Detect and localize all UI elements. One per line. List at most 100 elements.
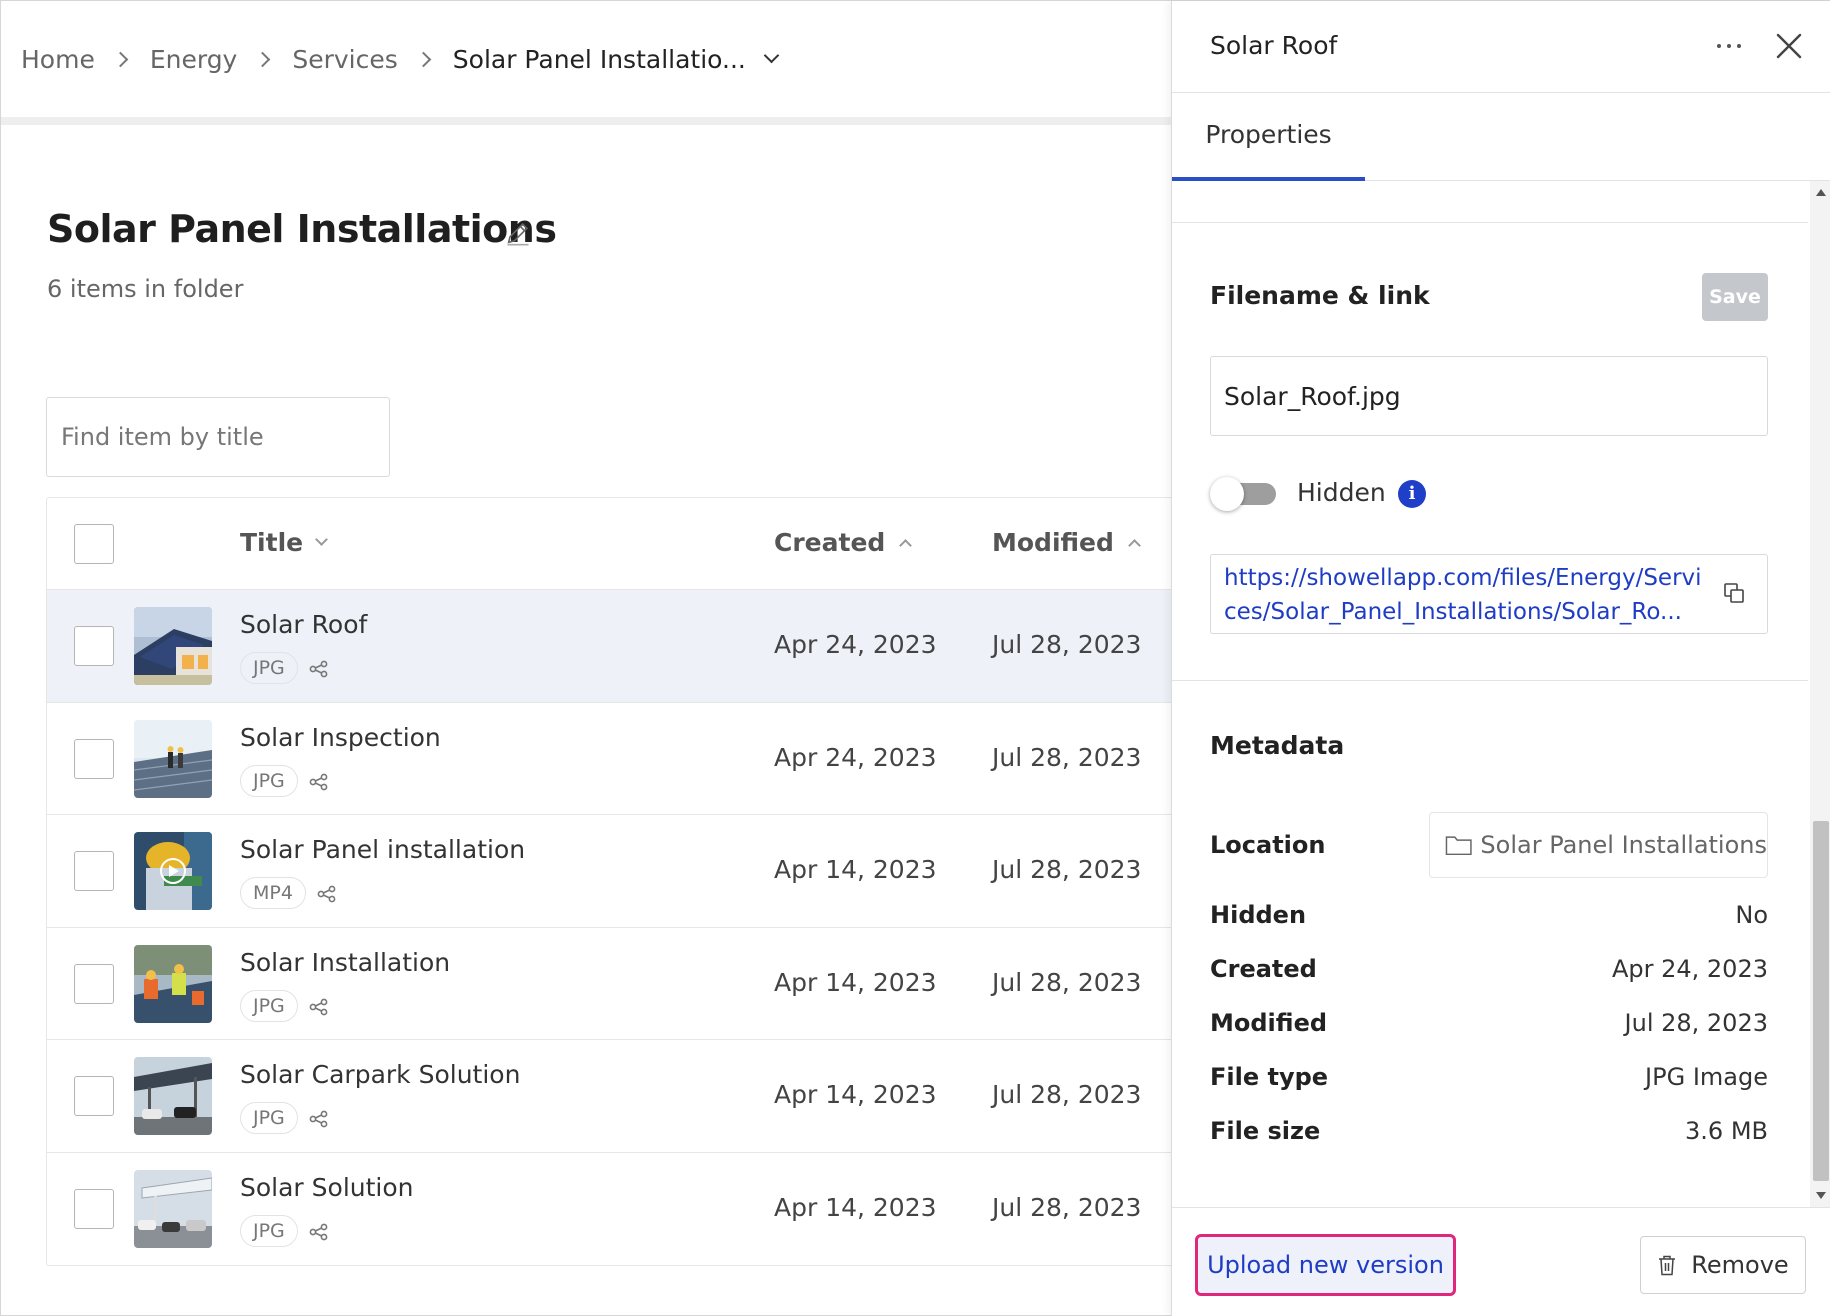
row-checkbox[interactable] [74, 963, 114, 1004]
upload-new-version-button[interactable]: Upload new version [1195, 1234, 1456, 1296]
close-icon[interactable] [1774, 31, 1804, 61]
table-row[interactable]: Solar Installation JPG Apr 14, 2023 Jul … [47, 928, 1171, 1040]
file-type-badge: JPG [240, 1102, 298, 1134]
row-checkbox[interactable] [74, 1076, 114, 1116]
breadcrumb: Home Energy Services Solar Panel Install… [21, 45, 780, 74]
file-type-badge: MP4 [240, 877, 306, 909]
top-bar: Home Energy Services Solar Panel Install… [1, 1, 1171, 125]
item-title[interactable]: Solar Panel installation [240, 835, 525, 864]
more-options-icon[interactable] [1712, 31, 1746, 61]
breadcrumb-home[interactable]: Home [21, 45, 95, 74]
table-row[interactable]: Solar Carpark Solution JPG Apr 14, 2023 … [47, 1040, 1171, 1153]
column-header-created[interactable]: Created [774, 528, 913, 557]
row-checkbox[interactable] [74, 851, 114, 891]
save-button[interactable]: Save [1702, 273, 1768, 321]
item-title[interactable]: Solar Installation [240, 948, 450, 977]
tab-properties[interactable]: Properties [1172, 93, 1365, 181]
meta-label-hidden: Hidden [1210, 901, 1307, 929]
chevron-right-icon [255, 51, 271, 68]
file-type-badge: JPG [240, 652, 298, 684]
scrollbar-thumb[interactable] [1813, 821, 1829, 1181]
column-header-title[interactable]: Title [240, 528, 328, 557]
meta-value-created: Apr 24, 2023 [1611, 955, 1768, 983]
share-icon[interactable] [309, 998, 329, 1016]
item-count: 6 items in folder [47, 275, 244, 303]
share-icon[interactable] [309, 1223, 329, 1241]
share-icon[interactable] [309, 660, 329, 678]
item-title[interactable]: Solar Carpark Solution [240, 1060, 520, 1089]
solar-roof-house-thumbnail [134, 607, 212, 685]
table-row[interactable]: Solar Roof JPG Apr 24, 2023 Jul 28, 2023 [47, 590, 1171, 703]
created-date: Apr 14, 2023 [774, 1080, 937, 1109]
chevron-right-icon [415, 51, 432, 68]
solar-carport-thumbnail [134, 1057, 212, 1135]
modified-date: Jul 28, 2023 [992, 855, 1142, 884]
modified-date: Jul 28, 2023 [992, 742, 1142, 772]
pencil-icon[interactable] [504, 219, 532, 247]
section-divider [1172, 680, 1808, 681]
modified-date: Jul 28, 2023 [992, 1192, 1142, 1222]
breadcrumb-energy[interactable]: Energy [150, 45, 238, 74]
item-title[interactable]: Solar Inspection [240, 723, 441, 752]
search-input[interactable] [46, 397, 390, 477]
remove-button[interactable]: Remove [1640, 1236, 1806, 1294]
table-header: Title Created Modified [47, 498, 1171, 590]
meta-label-file-type: File type [1210, 1063, 1329, 1091]
table-row[interactable]: Solar Solution JPG Apr 14, 2023 Jul 28, … [47, 1153, 1171, 1266]
panel-header: Solar Roof [1172, 1, 1830, 93]
remove-label: Remove [1691, 1251, 1789, 1279]
row-checkbox[interactable] [74, 1188, 114, 1229]
row-checkbox[interactable] [74, 738, 114, 779]
file-type-badge: JPG [240, 1214, 298, 1247]
copy-icon[interactable] [1723, 582, 1745, 604]
chevron-down-icon[interactable] [763, 47, 780, 64]
location-button[interactable]: Solar Panel Installations [1429, 812, 1768, 878]
table-row[interactable]: Solar Panel installation MP4 Apr 14, 202… [47, 815, 1171, 928]
meta-label-created: Created [1210, 955, 1317, 983]
filename-section-title: Filename & link [1210, 281, 1430, 310]
sort-down-icon [315, 533, 328, 546]
section-divider [1172, 222, 1808, 223]
panel-scrollbar[interactable] [1810, 181, 1830, 1207]
panel-scroll-area: Filename & link Save Hidden i https://sh… [1172, 181, 1830, 1207]
row-checkbox[interactable] [74, 626, 114, 666]
filename-input[interactable] [1210, 356, 1768, 436]
panel-tabs: Properties [1172, 93, 1830, 181]
select-all-checkbox[interactable] [74, 524, 114, 564]
item-title[interactable]: Solar Solution [240, 1173, 414, 1202]
created-date: Apr 14, 2023 [774, 967, 937, 997]
meta-value-modified: Jul 28, 2023 [1624, 1009, 1768, 1037]
table-row[interactable]: Solar Inspection JPG Apr 24, 2023 Jul 28… [47, 703, 1171, 815]
file-link-box: https://showellapp.com/files/Energy/Serv… [1210, 554, 1768, 634]
panel-title: Solar Roof [1210, 31, 1338, 60]
location-label: Location [1210, 831, 1326, 859]
share-icon[interactable] [309, 773, 329, 791]
share-icon[interactable] [309, 1110, 329, 1128]
properties-panel: Solar Roof Properties Filename & link Sa… [1171, 1, 1830, 1316]
metadata-section-title: Metadata [1210, 731, 1345, 760]
created-date: Apr 14, 2023 [774, 1192, 937, 1222]
column-header-modified[interactable]: Modified [992, 528, 1141, 557]
share-icon[interactable] [317, 885, 337, 903]
folder-icon [1445, 836, 1472, 856]
created-date: Apr 24, 2023 [774, 742, 937, 772]
breadcrumb-services[interactable]: Services [292, 45, 397, 74]
file-link[interactable]: https://showellapp.com/files/Energy/Serv… [1224, 561, 1707, 629]
scroll-down-arrow-icon[interactable] [1816, 1192, 1826, 1199]
item-title[interactable]: Solar Roof [240, 610, 367, 639]
file-type-badge: JPG [240, 764, 298, 797]
chevron-right-icon [112, 51, 129, 68]
trash-icon [1659, 1255, 1676, 1276]
modified-date: Jul 28, 2023 [992, 967, 1142, 997]
hidden-label: Hidden [1297, 478, 1386, 507]
file-type-badge: JPG [240, 989, 298, 1022]
meta-value-hidden: No [1735, 901, 1768, 929]
meta-label-modified: Modified [1210, 1009, 1328, 1037]
scroll-up-arrow-icon[interactable] [1816, 189, 1826, 196]
created-date: Apr 24, 2023 [774, 630, 937, 659]
hidden-toggle[interactable] [1210, 477, 1276, 511]
meta-value-file-type: JPG Image [1645, 1063, 1768, 1091]
breadcrumb-current[interactable]: Solar Panel Installatio... [453, 45, 746, 74]
location-value: Solar Panel Installations [1480, 831, 1767, 859]
info-icon[interactable]: i [1398, 480, 1426, 508]
